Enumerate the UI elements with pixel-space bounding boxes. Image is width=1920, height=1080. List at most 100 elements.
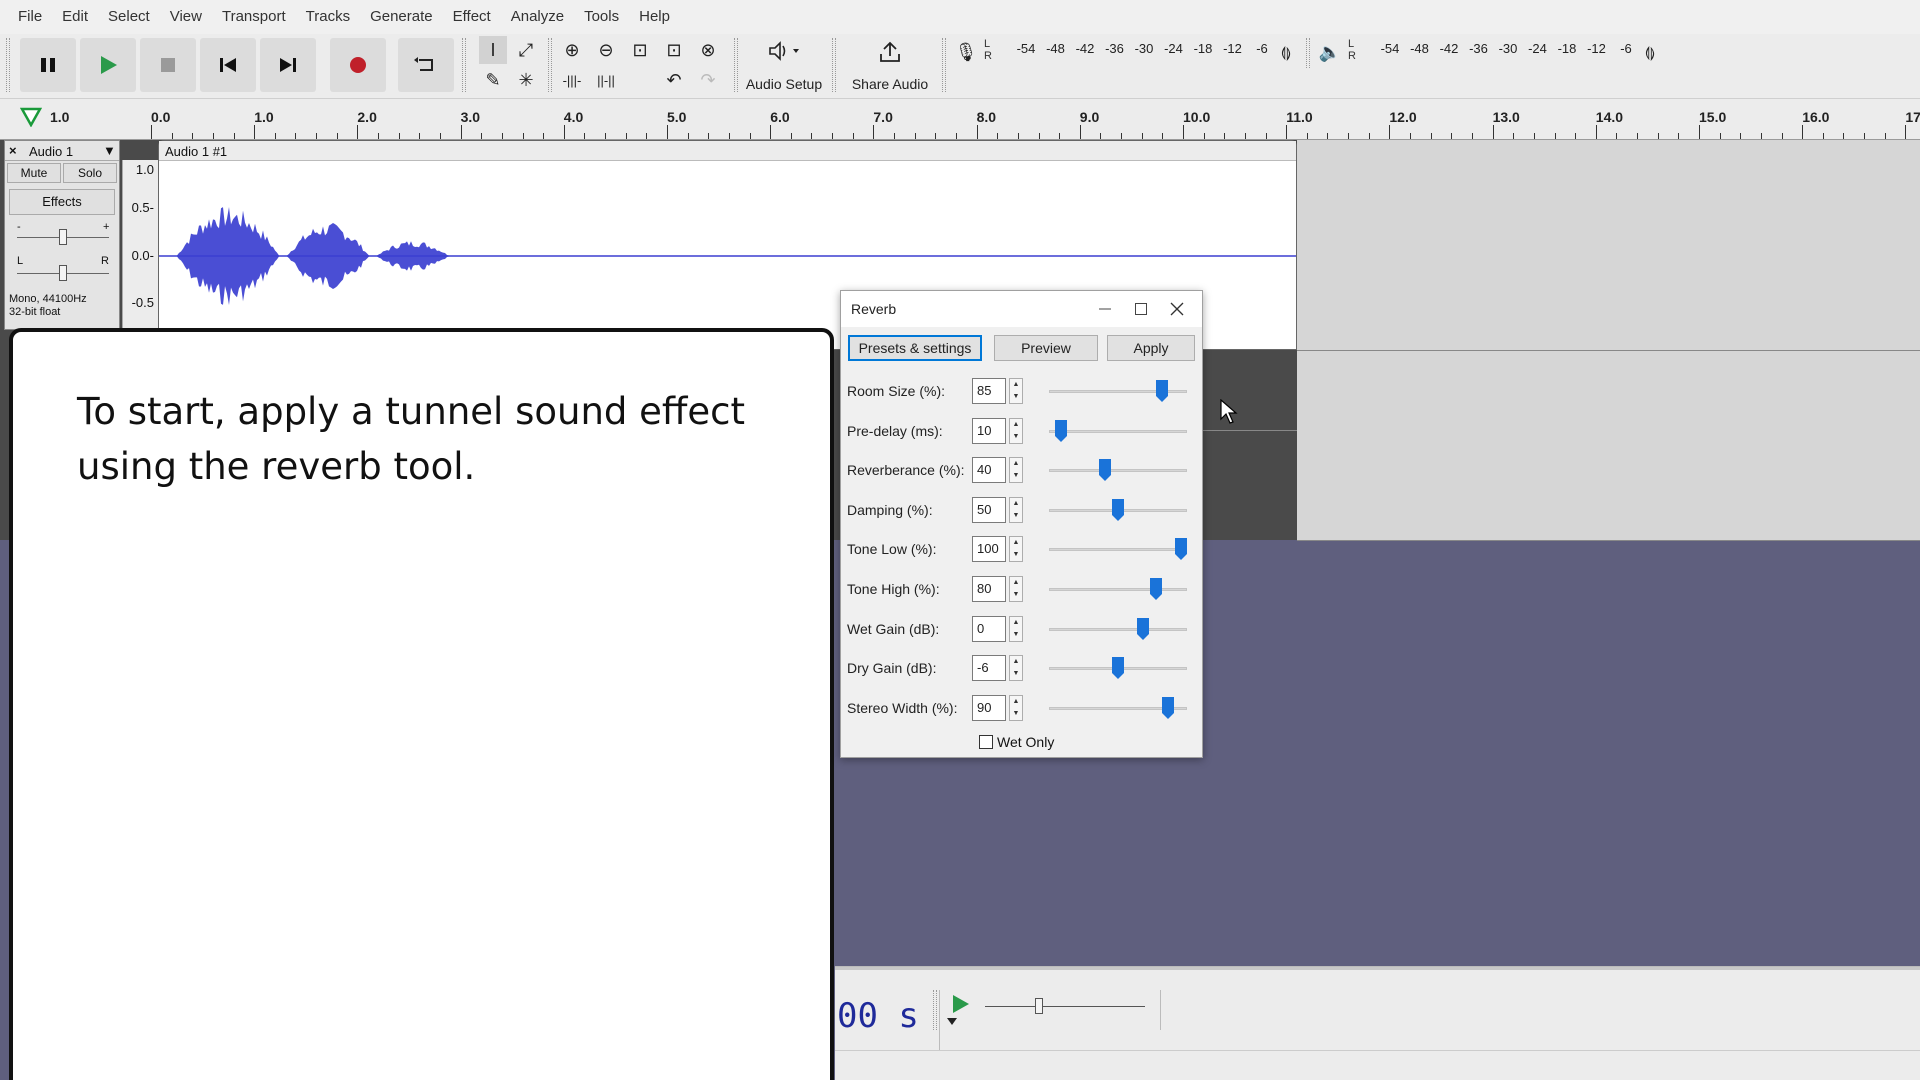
spin-down-icon[interactable]: ▼: [1010, 431, 1022, 443]
record-meter-slider[interactable]: ⟬⟭: [1272, 38, 1300, 66]
param-spin-button[interactable]: ▲ ▼: [1009, 457, 1023, 484]
toolbar-gripper[interactable]: [933, 990, 937, 1030]
param-slider-thumb[interactable]: [1149, 578, 1162, 600]
menu-file[interactable]: File: [8, 0, 52, 34]
spin-up-icon[interactable]: ▲: [1010, 498, 1022, 510]
param-slider[interactable]: [1049, 548, 1187, 552]
skip-to-end-button[interactable]: [260, 38, 316, 92]
menu-analyze[interactable]: Analyze: [501, 0, 574, 34]
menu-effect[interactable]: Effect: [443, 0, 501, 34]
timeline-triangle-icon[interactable]: [20, 107, 42, 127]
play-at-speed-button[interactable]: [949, 992, 973, 1016]
menu-tracks[interactable]: Tracks: [296, 0, 360, 34]
param-spin-button[interactable]: ▲ ▼: [1009, 378, 1023, 404]
zoom-in-button[interactable]: ⊕: [558, 36, 586, 64]
spin-up-icon[interactable]: ▲: [1010, 617, 1022, 629]
param-slider-thumb[interactable]: [1112, 498, 1124, 521]
param-slider-thumb[interactable]: [1175, 538, 1187, 561]
toolbar-gripper[interactable]: [734, 38, 738, 92]
minimize-button[interactable]: [1093, 297, 1117, 321]
menu-transport[interactable]: Transport: [212, 0, 296, 34]
mute-button[interactable]: Mute: [7, 163, 61, 183]
multi-tool[interactable]: ✳: [512, 66, 540, 94]
menu-tools[interactable]: Tools: [574, 0, 629, 34]
share-audio-button[interactable]: Share Audio: [846, 36, 934, 94]
pan-slider-thumb[interactable]: [59, 265, 67, 281]
menu-generate[interactable]: Generate: [360, 0, 443, 34]
toolbar-gripper[interactable]: [832, 38, 836, 92]
close-button[interactable]: [1165, 297, 1189, 321]
param-slider-thumb[interactable]: [1162, 696, 1175, 719]
maximize-button[interactable]: [1129, 297, 1153, 321]
param-spin-button[interactable]: ▲ ▼: [1009, 417, 1023, 444]
menu-edit[interactable]: Edit: [52, 0, 98, 34]
pan-slider[interactable]: [17, 265, 109, 281]
dialog-titlebar[interactable]: Reverb: [841, 291, 1202, 327]
envelope-tool[interactable]: ⤢: [512, 36, 540, 64]
pause-button[interactable]: [20, 38, 76, 92]
playback-meter-slider[interactable]: ⟬⟭: [1636, 38, 1664, 66]
spin-down-icon[interactable]: ▼: [1010, 668, 1022, 680]
param-slider-thumb[interactable]: [1055, 419, 1068, 442]
zoom-out-button[interactable]: ⊖: [592, 36, 620, 64]
time-display[interactable]: 00 s: [837, 996, 919, 1038]
param-value-input[interactable]: 100: [972, 536, 1006, 563]
spin-up-icon[interactable]: ▲: [1010, 537, 1022, 549]
track-name[interactable]: Audio 1: [29, 144, 73, 159]
spin-up-icon[interactable]: ▲: [1010, 419, 1022, 431]
timeline-ruler[interactable]: 1.0 0.0 1.0 2.0 3.0 4.0 5.0 6.0 7.0 8.0 9.0 10.0 11…: [0, 98, 1920, 140]
param-spin-button[interactable]: ▲ ▼: [1009, 536, 1023, 563]
stop-button[interactable]: [140, 38, 196, 92]
spin-up-icon[interactable]: ▲: [1010, 696, 1022, 708]
vertical-ruler[interactable]: 1.0 0.5- 0.0- -0.5: [122, 160, 158, 330]
playback-meter[interactable]: -54 -48 -42 -36 -30 -24 -18 -12 -6: [1360, 34, 1650, 64]
param-value-input[interactable]: 0: [972, 615, 1006, 642]
param-slider-thumb[interactable]: [1099, 459, 1112, 482]
param-value-input[interactable]: 50: [972, 496, 1006, 523]
param-slider[interactable]: [1049, 469, 1187, 473]
param-slider-thumb[interactable]: [1156, 380, 1169, 402]
fit-project-button[interactable]: ⊡: [660, 36, 688, 64]
close-track-button[interactable]: ×: [9, 143, 17, 158]
param-slider-thumb[interactable]: [1112, 657, 1124, 680]
silence-audio-button[interactable]: ||-||: [592, 66, 620, 94]
param-value-input[interactable]: 85: [972, 378, 1006, 404]
param-spin-button[interactable]: ▲ ▼: [1009, 615, 1023, 642]
param-spin-button[interactable]: ▲ ▼: [1009, 496, 1023, 523]
speed-slider[interactable]: [985, 998, 1145, 1014]
clip-header[interactable]: Audio 1 #1: [159, 141, 1296, 161]
spin-down-icon[interactable]: ▼: [1010, 589, 1022, 601]
param-spin-button[interactable]: ▲ ▼: [1009, 694, 1023, 721]
param-slider[interactable]: [1049, 627, 1187, 631]
param-spin-button[interactable]: ▲ ▼: [1009, 576, 1023, 602]
spin-down-icon[interactable]: ▼: [1010, 708, 1022, 720]
audio-setup-button[interactable]: Audio Setup: [742, 36, 826, 94]
speed-slider-thumb[interactable]: [1035, 998, 1043, 1014]
param-value-input[interactable]: 10: [972, 417, 1006, 444]
record-button[interactable]: [330, 38, 386, 92]
spin-down-icon[interactable]: ▼: [1010, 549, 1022, 561]
param-slider[interactable]: [1049, 429, 1187, 433]
loop-button[interactable]: [398, 38, 454, 92]
wet-only-checkbox[interactable]: Wet Only: [979, 734, 1054, 750]
spin-up-icon[interactable]: ▲: [1010, 656, 1022, 668]
param-value-input[interactable]: 90: [972, 694, 1006, 721]
play-button[interactable]: [80, 38, 136, 92]
spin-down-icon[interactable]: ▼: [1010, 510, 1022, 522]
effects-button[interactable]: Effects: [9, 189, 115, 215]
param-value-input[interactable]: -6: [972, 655, 1006, 682]
selection-tool[interactable]: I: [479, 36, 507, 64]
spin-up-icon[interactable]: ▲: [1010, 379, 1022, 391]
toolbar-gripper[interactable]: [462, 38, 466, 92]
time-format-dropdown-icon[interactable]: [947, 1018, 957, 1026]
gain-slider[interactable]: [17, 229, 109, 245]
spin-up-icon[interactable]: ▲: [1010, 577, 1022, 589]
record-meter[interactable]: -54 -48 -42 -36 -30 -24 -18 -12 -6: [996, 34, 1286, 64]
menu-help[interactable]: Help: [629, 0, 680, 34]
param-value-input[interactable]: 80: [972, 576, 1006, 602]
track-menu-dropdown[interactable]: ▼: [103, 143, 116, 158]
spin-up-icon[interactable]: ▲: [1010, 458, 1022, 470]
empty-track-region[interactable]: [1297, 140, 1920, 541]
toolbar-gripper[interactable]: [548, 38, 552, 92]
redo-button[interactable]: ↷: [694, 66, 722, 94]
